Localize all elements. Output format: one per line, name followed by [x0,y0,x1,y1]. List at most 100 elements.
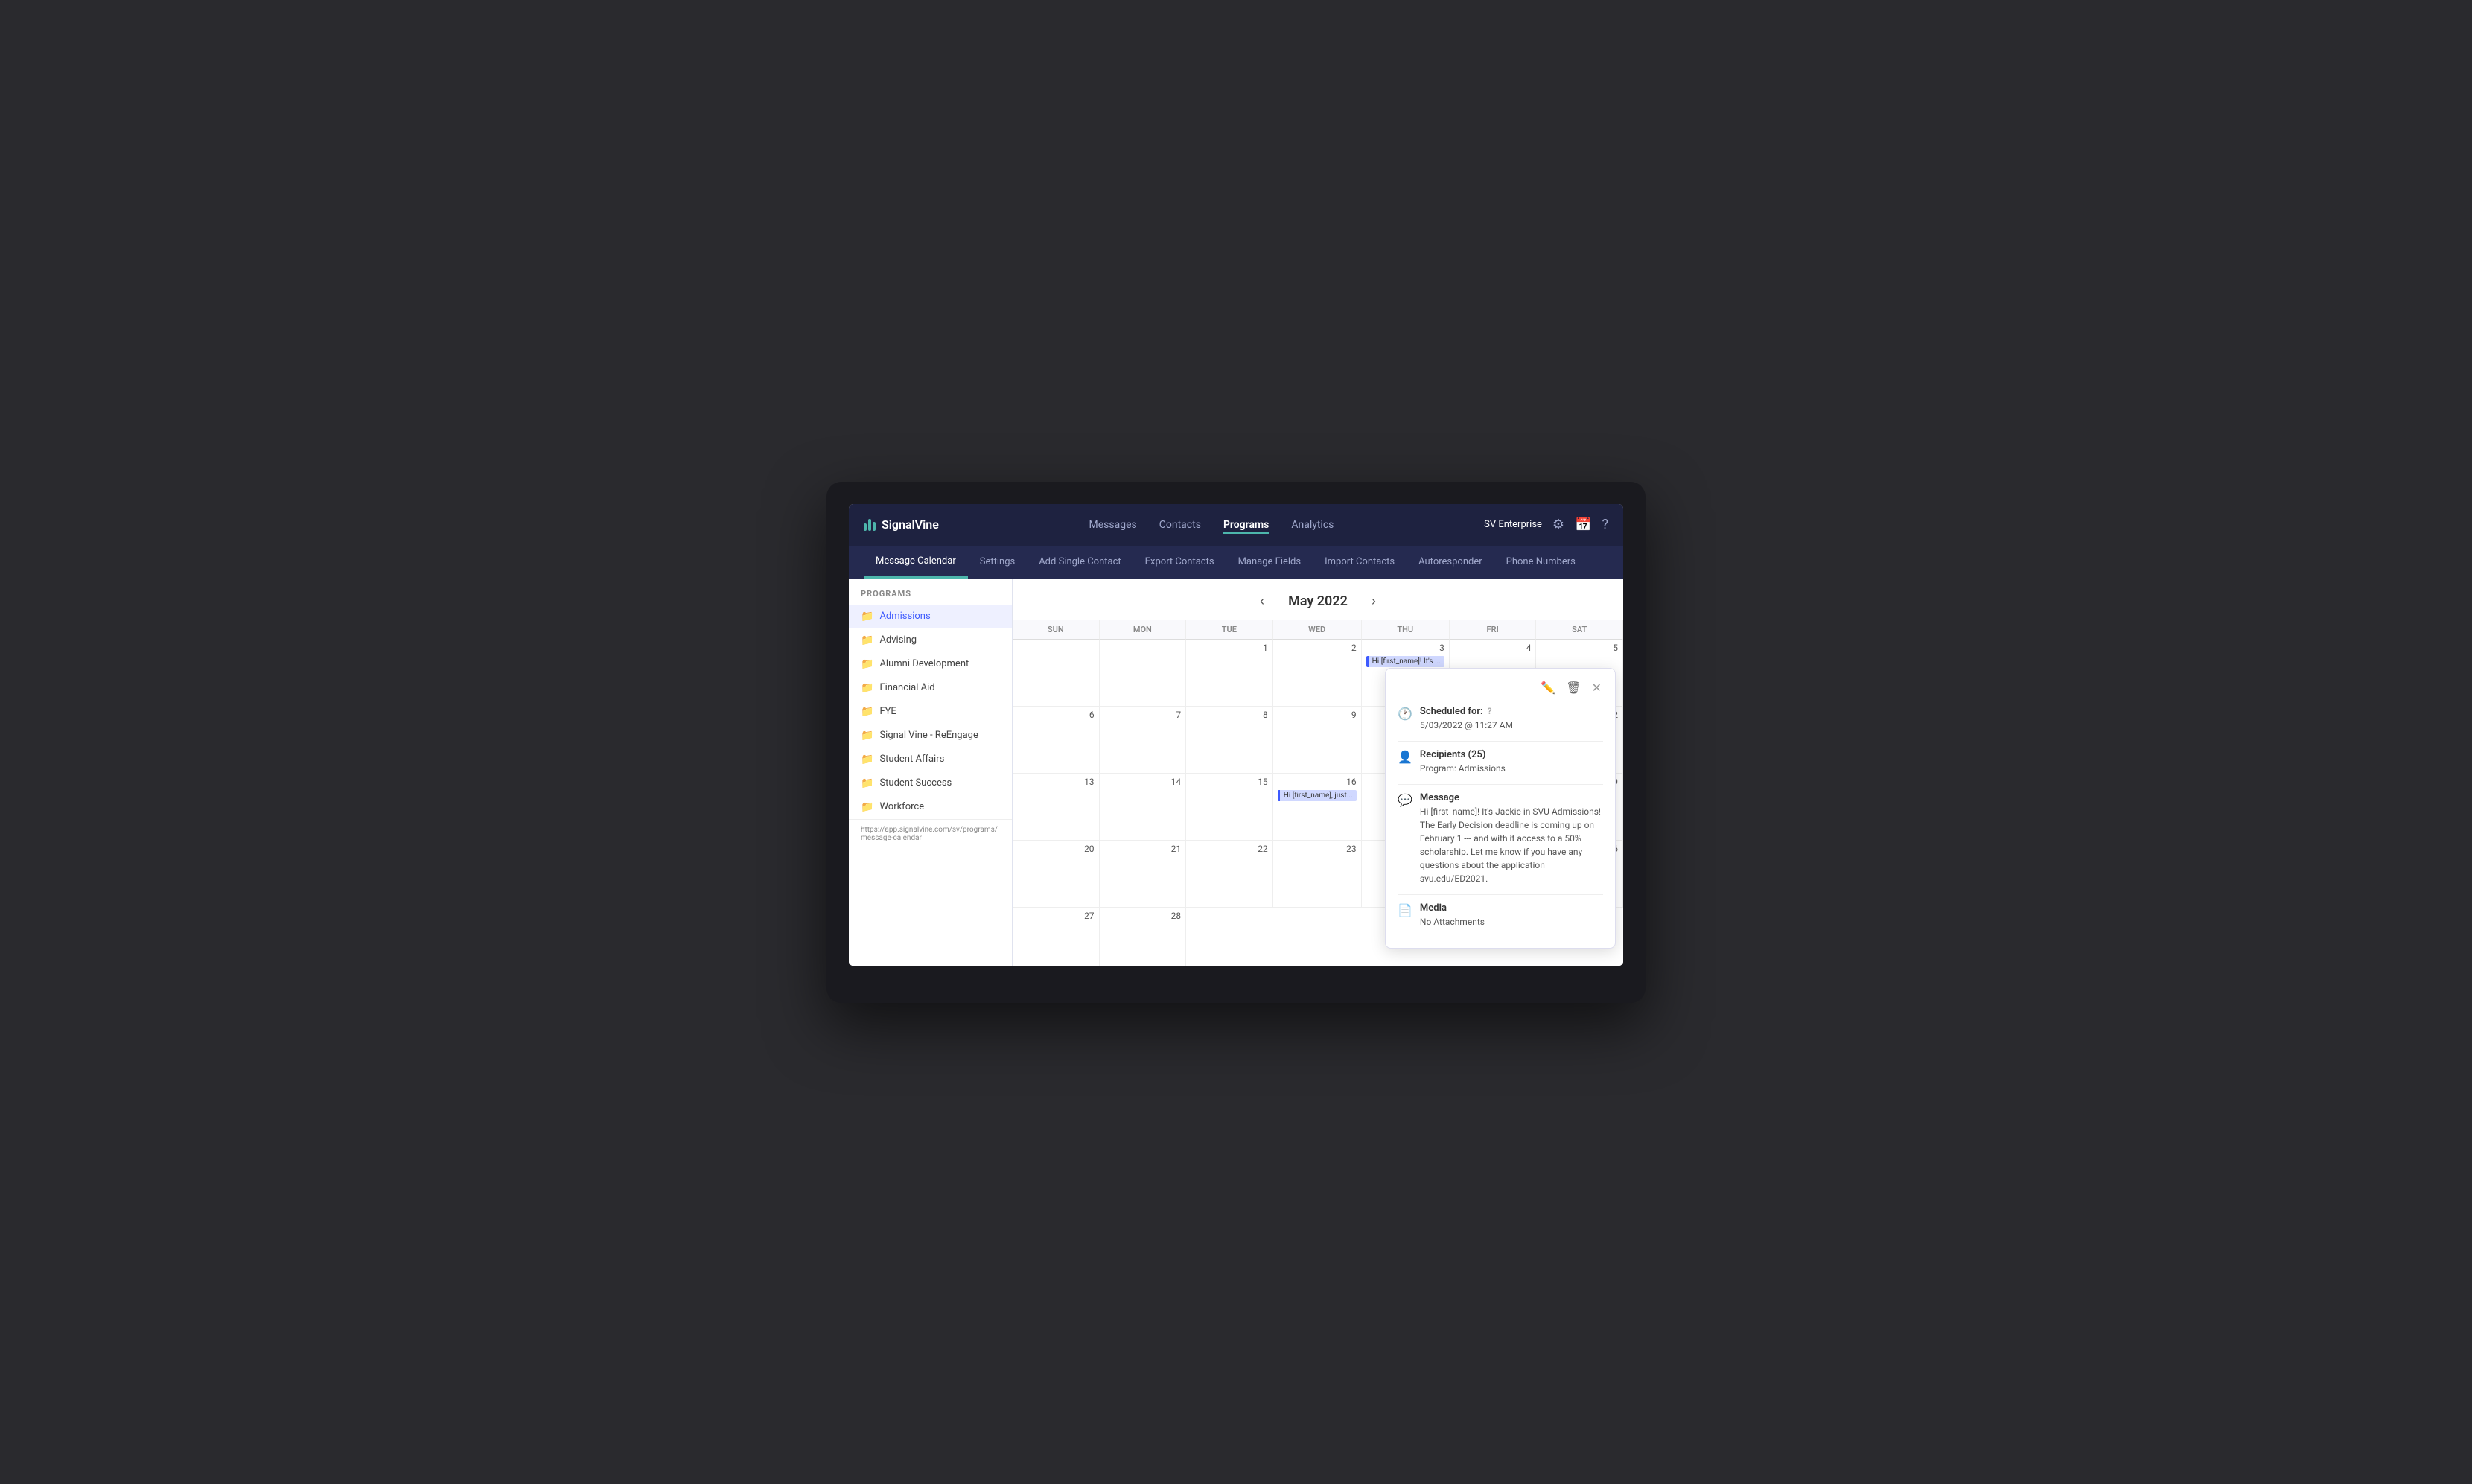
nav-links: Messages Contacts Programs Analytics [1089,516,1334,534]
calendar-header: ‹ May 2022 › [1013,579,1623,620]
sidebar-header: PROGRAMS [849,579,1012,605]
popup-scheduled-section: 🕐 Scheduled for: ? 5/03/2022 @ 11:27 AM [1398,706,1603,732]
day-cell-8[interactable]: 8 [1186,707,1273,774]
folder-icon-reengage: 📁 [861,730,873,742]
subnav-import-contacts[interactable]: Import Contacts [1313,546,1407,579]
folder-icon-advising: 📁 [861,634,873,646]
sidebar-item-student-success[interactable]: 📁 Student Success [849,771,1012,795]
sidebar-label-student-affairs: Student Affairs [879,754,944,765]
clock-icon: 🕐 [1398,707,1412,721]
day-header-tue: TUE [1186,620,1273,640]
sidebar-item-fye[interactable]: 📁 FYE [849,700,1012,724]
edit-event-button[interactable]: ✏️ [1539,679,1557,697]
day-cell-13[interactable]: 13 [1013,774,1100,841]
day-cell-22[interactable]: 22 [1186,841,1273,908]
day-header-wed: WED [1273,620,1362,640]
popup-recipients-section: 👤 Recipients (25) Program: Admissions [1398,749,1603,775]
popup-actions: ✏️ 🗑 ✕ [1398,679,1603,697]
day-cell-16[interactable]: 16 Hi [first_name], just... [1273,774,1362,841]
day-cell-27[interactable]: 27 [1013,908,1100,966]
day-cell-6[interactable]: 6 [1013,707,1100,774]
logo: SignalVine [864,518,939,532]
person-icon: 👤 [1398,750,1412,764]
settings-icon[interactable]: ⚙ [1552,517,1564,532]
subnav-phone-numbers[interactable]: Phone Numbers [1494,546,1587,579]
subnav-export-contacts[interactable]: Export Contacts [1133,546,1226,579]
sidebar-item-admissions[interactable]: 📁 Admissions [849,605,1012,628]
sidebar-item-workforce[interactable]: 📁 Workforce [849,795,1012,819]
day-cell-empty1 [1013,640,1100,707]
logo-text: SignalVine [882,518,939,532]
sidebar-item-alumni[interactable]: 📁 Alumni Development [849,652,1012,676]
message-icon: 💬 [1398,793,1412,807]
message-label: Message [1420,792,1459,803]
sidebar-label-advising: Advising [879,634,917,646]
folder-icon-student-affairs: 📁 [861,754,873,765]
subnav-autoresponder[interactable]: Autoresponder [1407,546,1494,579]
close-popup-button[interactable]: ✕ [1590,679,1603,697]
event-may16[interactable]: Hi [first_name], just... [1278,790,1357,801]
day-cell-23[interactable]: 23 [1273,841,1362,908]
day-cell-28[interactable]: 28 [1100,908,1187,966]
scheduled-help-icon[interactable]: ? [1488,706,1492,716]
day-cell-21[interactable]: 21 [1100,841,1187,908]
sidebar-item-financial-aid[interactable]: 📁 Financial Aid [849,676,1012,700]
event-may3[interactable]: Hi [first_name]! It's ... [1366,656,1444,667]
day-cell-empty2 [1100,640,1187,707]
laptop-screen: SignalVine Messages Contacts Programs An… [849,504,1623,966]
subnav-manage-fields[interactable]: Manage Fields [1226,546,1313,579]
sidebar-item-student-affairs[interactable]: 📁 Student Affairs [849,748,1012,771]
folder-icon-student-success: 📁 [861,777,873,789]
day-header-sat: SAT [1536,620,1623,640]
nav-messages[interactable]: Messages [1089,516,1137,534]
delete-event-button[interactable]: 🗑 [1564,679,1582,697]
recipients-label: Recipients (25) [1420,749,1486,760]
prev-month-button[interactable]: ‹ [1254,590,1270,612]
subnav-add-single-contact[interactable]: Add Single Contact [1027,546,1133,579]
subnav-settings[interactable]: Settings [968,546,1027,579]
day-cell-1[interactable]: 1 [1186,640,1273,707]
popup-message-section: 💬 Message Hi [first_name]! It's Jackie i… [1398,792,1603,885]
divider-1 [1398,741,1603,742]
main-area: ‹ May 2022 › SUN MON TUE WED THU FRI SAT [1013,579,1623,966]
nav-analytics[interactable]: Analytics [1291,516,1334,534]
day-cell-7[interactable]: 7 [1100,707,1187,774]
nav-right: SV Enterprise ⚙ 📅 ? [1484,517,1608,532]
day-cell-2[interactable]: 2 [1273,640,1362,707]
media-label: Media [1420,902,1447,914]
event-popup: ✏️ 🗑 ✕ 🕐 Scheduled for: ? 5/03/2022 @ 11… [1385,668,1616,949]
nav-programs[interactable]: Programs [1223,516,1269,534]
sidebar-label-reengage: Signal Vine - ReEngage [879,730,978,741]
laptop-frame: SignalVine Messages Contacts Programs An… [826,482,1646,1003]
sidebar-label-student-success: Student Success [879,777,952,789]
scheduled-value: 5/03/2022 @ 11:27 AM [1420,719,1513,732]
media-icon: 📄 [1398,903,1412,917]
enterprise-label: SV Enterprise [1484,519,1542,530]
day-cell-14[interactable]: 14 [1100,774,1187,841]
next-month-button[interactable]: › [1366,590,1382,612]
popup-media-section: 📄 Media No Attachments [1398,902,1603,929]
divider-3 [1398,894,1603,895]
folder-icon-workforce: 📁 [861,801,873,813]
day-cell-9[interactable]: 9 [1273,707,1362,774]
sidebar-label-workforce: Workforce [879,801,924,812]
day-cell-20[interactable]: 20 [1013,841,1100,908]
sidebar-label-alumni: Alumni Development [879,658,969,669]
sidebar-label-financial-aid: Financial Aid [879,682,934,693]
calendar-icon[interactable]: 📅 [1575,517,1591,532]
sidebar-label-fye: FYE [879,706,896,717]
day-header-thu: THU [1362,620,1450,640]
day-cell-15[interactable]: 15 [1186,774,1273,841]
sidebar-item-reengage[interactable]: 📁 Signal Vine - ReEngage [849,724,1012,748]
divider-2 [1398,784,1603,785]
day-header-fri: FRI [1450,620,1537,640]
nav-contacts[interactable]: Contacts [1159,516,1201,534]
calendar-month-title: May 2022 [1288,593,1348,609]
scheduled-label: Scheduled for: [1420,706,1483,717]
folder-icon-financial-aid: 📁 [861,682,873,694]
subnav-message-calendar[interactable]: Message Calendar [864,546,968,579]
sidebar-item-advising[interactable]: 📁 Advising [849,628,1012,652]
folder-icon-admissions: 📁 [861,611,873,622]
content-area: PROGRAMS 📁 Admissions 📁 Advising 📁 Alumn… [849,579,1623,966]
help-icon[interactable]: ? [1602,517,1608,532]
